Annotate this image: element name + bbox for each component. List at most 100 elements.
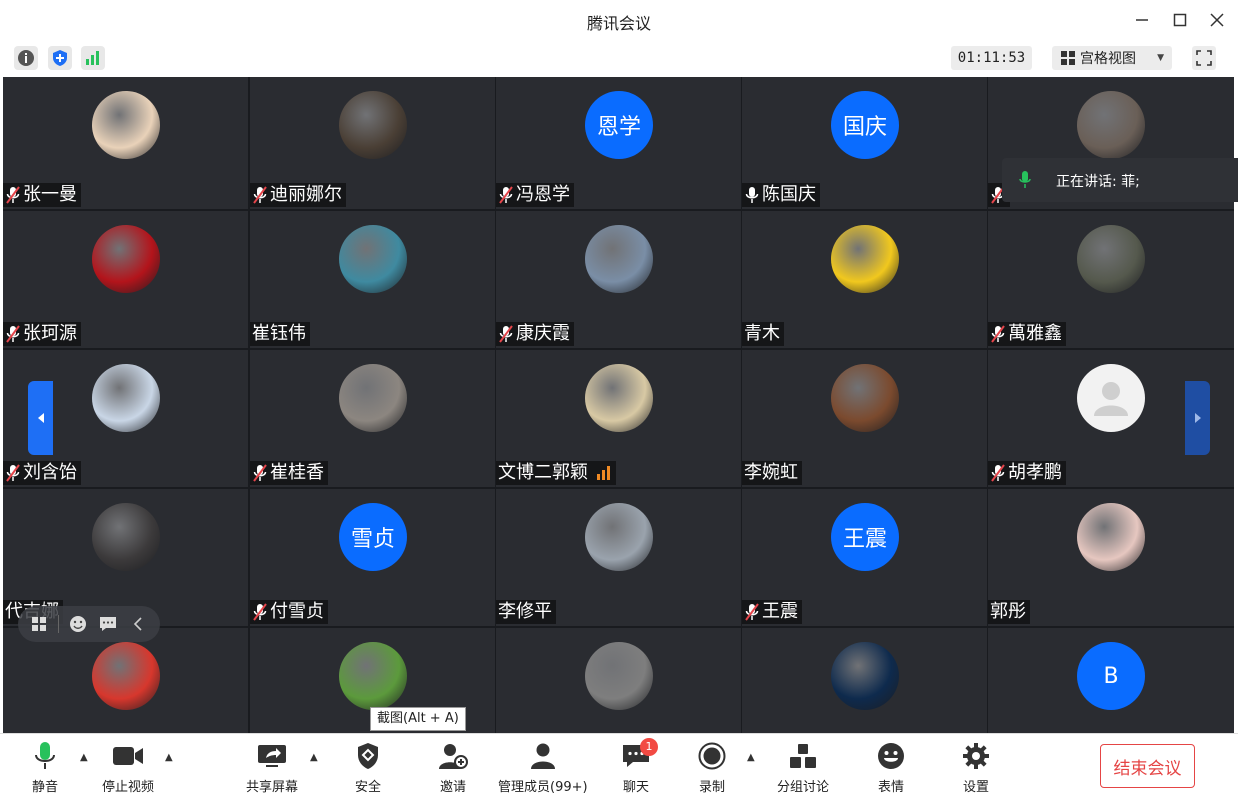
title-bar: 腾讯会议: [0, 0, 1238, 40]
mute-label: 静音: [31, 780, 58, 795]
participant-name-tag: 郭彤: [988, 600, 1030, 624]
audio-options-caret[interactable]: ▲: [80, 752, 88, 763]
network-signal-icon[interactable]: [81, 46, 105, 70]
end-meeting-button[interactable]: 结束会议: [1100, 744, 1195, 788]
view-mode-select[interactable]: 宫格视图 ▼: [1052, 46, 1172, 70]
share-options-caret[interactable]: ▲: [310, 752, 318, 763]
participant-tile[interactable]: 崔桂香: [250, 350, 495, 487]
settings-button[interactable]: 设置: [958, 740, 994, 795]
participant-avatar: [585, 364, 653, 432]
share-screen-icon: [258, 745, 286, 767]
breakout-rooms-button[interactable]: 分组讨论: [777, 740, 829, 795]
reactions-label: 表情: [877, 780, 904, 795]
info-icon[interactable]: [14, 46, 38, 70]
participant-tile[interactable]: 王震 王震: [742, 489, 987, 626]
grid-view-icon: [1061, 51, 1075, 65]
participant-name-tag: 崔桂香: [250, 461, 328, 485]
speaking-text: 正在讲话: 菲;: [1056, 174, 1140, 190]
participant-avatar: [339, 642, 407, 710]
maximize-button[interactable]: [1168, 8, 1192, 32]
meeting-window: 腾讯会议 01:11:53 宫格视图 ▼ 张一曼 迪丽娜尔 恩学 冯恩学 国庆 …: [0, 0, 1238, 800]
shield-icon: [358, 743, 378, 769]
participant-name: 王震: [762, 601, 798, 622]
participant-tile[interactable]: 雪贞 付雪贞: [250, 489, 495, 626]
participant-avatar: B: [1077, 642, 1145, 710]
participant-name-tag: 青木: [742, 322, 784, 346]
floating-mini-toolbar: [18, 606, 160, 642]
chat-unread-badge: 1: [640, 738, 658, 756]
chat-button[interactable]: 1 聊天: [618, 738, 658, 795]
participant-tile[interactable]: [496, 628, 741, 733]
gear-icon: [963, 743, 989, 769]
security-label: 安全: [354, 780, 381, 795]
grid-icon: [32, 617, 46, 631]
close-button[interactable]: [1205, 8, 1229, 32]
security-button[interactable]: 安全: [350, 740, 386, 795]
participant-tile[interactable]: [3, 628, 248, 733]
participant-tile[interactable]: B: [988, 628, 1234, 733]
manage-members-label: 管理成员(99+): [498, 780, 588, 795]
invite-button[interactable]: 邀请: [435, 740, 471, 795]
participant-tile[interactable]: 郭彤: [988, 489, 1234, 626]
participant-name: 青木: [744, 323, 780, 344]
participant-name: 文博二郭颖: [498, 462, 588, 483]
participant-name-tag: 冯恩学: [496, 183, 574, 207]
record-icon: [698, 742, 726, 770]
mic-muted-icon: [252, 185, 268, 205]
participant-tile[interactable]: 文博二郭颖: [496, 350, 741, 487]
record-options-caret[interactable]: ▲: [747, 752, 755, 763]
participant-avatar: [585, 225, 653, 293]
fullscreen-button[interactable]: [1192, 46, 1216, 70]
participant-avatar: [831, 225, 899, 293]
stop-video-button[interactable]: 停止视频: [102, 740, 154, 795]
window-title: 腾讯会议: [586, 14, 651, 33]
participant-name-tag: 胡孝鹏: [988, 461, 1066, 485]
smile-icon: [70, 616, 86, 632]
smile-icon: [878, 743, 904, 769]
chevron-right-icon: [1194, 413, 1201, 423]
participant-tile[interactable]: 李修平: [496, 489, 741, 626]
members-icon: [530, 743, 555, 769]
previous-page-button[interactable]: [28, 381, 53, 455]
participant-tile[interactable]: 张珂源: [3, 211, 248, 348]
manage-members-button[interactable]: 管理成员(99+): [498, 740, 588, 795]
collapse-toolbar-button[interactable]: [127, 613, 149, 635]
mute-button[interactable]: 静音: [27, 740, 63, 795]
participant-avatar: [831, 642, 899, 710]
stop-video-label: 停止视频: [102, 780, 155, 795]
participant-name-tag: 康庆霞: [496, 322, 574, 346]
participant-tile[interactable]: 康庆霞: [496, 211, 741, 348]
participant-name-tag: 张珂源: [3, 322, 81, 346]
participant-tile[interactable]: 恩学 冯恩学: [496, 77, 741, 209]
participant-tile[interactable]: 萬雅鑫: [988, 211, 1234, 348]
participant-tile[interactable]: 张一曼: [3, 77, 248, 209]
participant-tile[interactable]: 崔钰伟: [250, 211, 495, 348]
security-shield-icon[interactable]: [48, 46, 72, 70]
share-screen-button[interactable]: 共享屏幕: [246, 740, 298, 795]
participant-avatar: [831, 364, 899, 432]
participant-tile[interactable]: 迪丽娜尔: [250, 77, 495, 209]
emoji-button[interactable]: [67, 613, 89, 635]
participant-tile[interactable]: 国庆 陈国庆: [742, 77, 987, 209]
participant-avatar: [1077, 364, 1145, 432]
comment-icon: [100, 617, 116, 631]
chat-label: 聊天: [622, 780, 649, 795]
participant-tile[interactable]: 李婉虹: [742, 350, 987, 487]
participant-avatar: [585, 503, 653, 571]
participant-name: 萬雅鑫: [1008, 323, 1062, 344]
participant-avatar: [92, 503, 160, 571]
participant-name-tag: 张一曼: [3, 183, 81, 207]
record-button[interactable]: 录制: [694, 740, 730, 795]
video-options-caret[interactable]: ▲: [165, 752, 173, 763]
minimize-button[interactable]: [1130, 8, 1154, 32]
mic-icon: [1019, 171, 1031, 188]
participant-tile[interactable]: 青木: [742, 211, 987, 348]
reactions-button[interactable]: 表情: [873, 740, 909, 795]
next-page-button[interactable]: [1185, 381, 1210, 455]
layout-grid-button[interactable]: [28, 613, 50, 635]
participant-name: 冯恩学: [516, 184, 570, 205]
participant-tile[interactable]: [742, 628, 987, 733]
comment-button[interactable]: [97, 613, 119, 635]
screenshot-tooltip: 截图(Alt + A): [370, 707, 466, 731]
invite-user-icon: [439, 744, 468, 769]
